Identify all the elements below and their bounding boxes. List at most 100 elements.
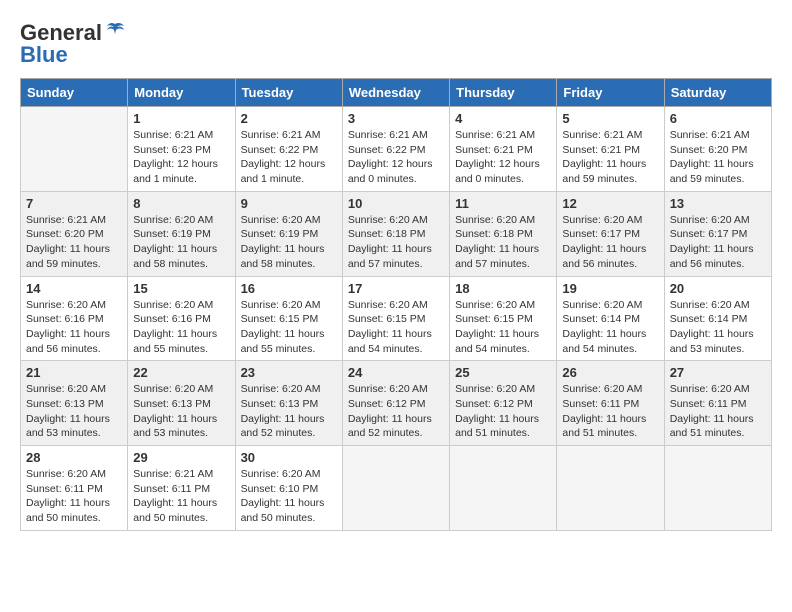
day-info: Sunrise: 6:20 AMSunset: 6:18 PMDaylight:… <box>455 213 551 272</box>
calendar-cell: 7 Sunrise: 6:21 AMSunset: 6:20 PMDaylight… <box>21 191 128 276</box>
day-number: 17 <box>348 281 444 296</box>
calendar-week-3: 14 Sunrise: 6:20 AMSunset: 6:16 PMDayligh… <box>21 276 772 361</box>
day-info: Sunrise: 6:20 AMSunset: 6:12 PMDaylight:… <box>348 382 444 441</box>
logo: General Blue <box>20 20 126 68</box>
calendar-header-row: Sunday Monday Tuesday Wednesday Thursday… <box>21 79 772 107</box>
col-saturday: Saturday <box>664 79 771 107</box>
day-number: 6 <box>670 111 766 126</box>
day-number: 18 <box>455 281 551 296</box>
day-number: 4 <box>455 111 551 126</box>
day-number: 28 <box>26 450 122 465</box>
day-number: 3 <box>348 111 444 126</box>
day-info: Sunrise: 6:21 AMSunset: 6:23 PMDaylight:… <box>133 128 229 187</box>
day-info: Sunrise: 6:20 AMSunset: 6:17 PMDaylight:… <box>562 213 658 272</box>
day-number: 22 <box>133 365 229 380</box>
day-info: Sunrise: 6:20 AMSunset: 6:11 PMDaylight:… <box>670 382 766 441</box>
day-number: 14 <box>26 281 122 296</box>
day-info: Sunrise: 6:20 AMSunset: 6:14 PMDaylight:… <box>670 298 766 357</box>
col-monday: Monday <box>128 79 235 107</box>
calendar-week-2: 7 Sunrise: 6:21 AMSunset: 6:20 PMDaylight… <box>21 191 772 276</box>
col-thursday: Thursday <box>450 79 557 107</box>
day-info: Sunrise: 6:21 AMSunset: 6:21 PMDaylight:… <box>562 128 658 187</box>
calendar-cell: 10 Sunrise: 6:20 AMSunset: 6:18 PMDayligh… <box>342 191 449 276</box>
day-number: 13 <box>670 196 766 211</box>
day-info: Sunrise: 6:20 AMSunset: 6:19 PMDaylight:… <box>241 213 337 272</box>
calendar-cell: 26 Sunrise: 6:20 AMSunset: 6:11 PMDayligh… <box>557 361 664 446</box>
day-number: 27 <box>670 365 766 380</box>
day-number: 2 <box>241 111 337 126</box>
day-info: Sunrise: 6:20 AMSunset: 6:12 PMDaylight:… <box>455 382 551 441</box>
calendar-cell: 14 Sunrise: 6:20 AMSunset: 6:16 PMDayligh… <box>21 276 128 361</box>
calendar-cell: 12 Sunrise: 6:20 AMSunset: 6:17 PMDayligh… <box>557 191 664 276</box>
day-number: 10 <box>348 196 444 211</box>
day-info: Sunrise: 6:20 AMSunset: 6:15 PMDaylight:… <box>241 298 337 357</box>
day-number: 11 <box>455 196 551 211</box>
col-friday: Friday <box>557 79 664 107</box>
day-info: Sunrise: 6:20 AMSunset: 6:13 PMDaylight:… <box>26 382 122 441</box>
day-number: 12 <box>562 196 658 211</box>
calendar-cell: 21 Sunrise: 6:20 AMSunset: 6:13 PMDayligh… <box>21 361 128 446</box>
calendar-cell: 27 Sunrise: 6:20 AMSunset: 6:11 PMDayligh… <box>664 361 771 446</box>
calendar-cell: 29Sunrise: 6:21 AMSunset: 6:11 PMDayligh… <box>128 446 235 531</box>
day-info: Sunrise: 6:20 AMSunset: 6:13 PMDaylight:… <box>133 382 229 441</box>
day-info: Sunrise: 6:20 AMSunset: 6:16 PMDaylight:… <box>133 298 229 357</box>
col-tuesday: Tuesday <box>235 79 342 107</box>
calendar-cell: 8 Sunrise: 6:20 AMSunset: 6:19 PMDaylight… <box>128 191 235 276</box>
calendar-table: Sunday Monday Tuesday Wednesday Thursday… <box>20 78 772 531</box>
day-info: Sunrise: 6:21 AMSunset: 6:20 PMDaylight:… <box>670 128 766 187</box>
calendar-cell <box>664 446 771 531</box>
day-info: Sunrise: 6:20 AMSunset: 6:11 PMDaylight:… <box>26 467 122 526</box>
day-info: Sunrise: 6:20 AMSunset: 6:15 PMDaylight:… <box>348 298 444 357</box>
day-info: Sunrise: 6:21 AMSunset: 6:22 PMDaylight:… <box>241 128 337 187</box>
day-number: 29 <box>133 450 229 465</box>
day-info: Sunrise: 6:20 AMSunset: 6:16 PMDaylight:… <box>26 298 122 357</box>
day-number: 24 <box>348 365 444 380</box>
day-number: 16 <box>241 281 337 296</box>
calendar-cell: 5Sunrise: 6:21 AMSunset: 6:21 PMDaylight… <box>557 107 664 192</box>
calendar-cell: 28 Sunrise: 6:20 AMSunset: 6:11 PMDayligh… <box>21 446 128 531</box>
day-info: Sunrise: 6:20 AMSunset: 6:11 PMDaylight:… <box>562 382 658 441</box>
calendar-cell <box>557 446 664 531</box>
calendar-cell: 22 Sunrise: 6:20 AMSunset: 6:13 PMDayligh… <box>128 361 235 446</box>
day-number: 26 <box>562 365 658 380</box>
calendar-cell: 17 Sunrise: 6:20 AMSunset: 6:15 PMDayligh… <box>342 276 449 361</box>
calendar-cell: 11 Sunrise: 6:20 AMSunset: 6:18 PMDayligh… <box>450 191 557 276</box>
calendar-cell <box>342 446 449 531</box>
col-sunday: Sunday <box>21 79 128 107</box>
day-number: 25 <box>455 365 551 380</box>
day-info: Sunrise: 6:20 AMSunset: 6:19 PMDaylight:… <box>133 213 229 272</box>
col-wednesday: Wednesday <box>342 79 449 107</box>
day-number: 20 <box>670 281 766 296</box>
calendar-week-5: 28 Sunrise: 6:20 AMSunset: 6:11 PMDayligh… <box>21 446 772 531</box>
day-number: 21 <box>26 365 122 380</box>
day-info: Sunrise: 6:21 AMSunset: 6:20 PMDaylight:… <box>26 213 122 272</box>
calendar-cell: 20 Sunrise: 6:20 AMSunset: 6:14 PMDayligh… <box>664 276 771 361</box>
logo-bird-icon <box>104 20 126 42</box>
page-header: General Blue <box>20 20 772 68</box>
day-info: Sunrise: 6:21 AMSunset: 6:21 PMDaylight:… <box>455 128 551 187</box>
calendar-cell: 6 Sunrise: 6:21 AMSunset: 6:20 PMDaylight… <box>664 107 771 192</box>
calendar-cell: 2 Sunrise: 6:21 AMSunset: 6:22 PMDaylight… <box>235 107 342 192</box>
calendar-cell: 9Sunrise: 6:20 AMSunset: 6:19 PMDaylight… <box>235 191 342 276</box>
day-number: 1 <box>133 111 229 126</box>
day-info: Sunrise: 6:20 AMSunset: 6:13 PMDaylight:… <box>241 382 337 441</box>
day-info: Sunrise: 6:20 AMSunset: 6:17 PMDaylight:… <box>670 213 766 272</box>
calendar-cell: 15 Sunrise: 6:20 AMSunset: 6:16 PMDayligh… <box>128 276 235 361</box>
day-info: Sunrise: 6:21 AMSunset: 6:22 PMDaylight:… <box>348 128 444 187</box>
day-number: 8 <box>133 196 229 211</box>
day-number: 30 <box>241 450 337 465</box>
calendar-cell: 4 Sunrise: 6:21 AMSunset: 6:21 PMDaylight… <box>450 107 557 192</box>
day-number: 19 <box>562 281 658 296</box>
day-number: 23 <box>241 365 337 380</box>
calendar-cell: 23 Sunrise: 6:20 AMSunset: 6:13 PMDayligh… <box>235 361 342 446</box>
day-number: 15 <box>133 281 229 296</box>
calendar-cell: 19Sunrise: 6:20 AMSunset: 6:14 PMDayligh… <box>557 276 664 361</box>
calendar-cell: 16 Sunrise: 6:20 AMSunset: 6:15 PMDayligh… <box>235 276 342 361</box>
day-number: 7 <box>26 196 122 211</box>
calendar-cell: 18 Sunrise: 6:20 AMSunset: 6:15 PMDayligh… <box>450 276 557 361</box>
calendar-week-4: 21 Sunrise: 6:20 AMSunset: 6:13 PMDayligh… <box>21 361 772 446</box>
day-info: Sunrise: 6:20 AMSunset: 6:15 PMDaylight:… <box>455 298 551 357</box>
day-info: Sunrise: 6:20 AMSunset: 6:18 PMDaylight:… <box>348 213 444 272</box>
calendar-cell: 24 Sunrise: 6:20 AMSunset: 6:12 PMDayligh… <box>342 361 449 446</box>
calendar-week-1: 1 Sunrise: 6:21 AMSunset: 6:23 PMDaylight… <box>21 107 772 192</box>
